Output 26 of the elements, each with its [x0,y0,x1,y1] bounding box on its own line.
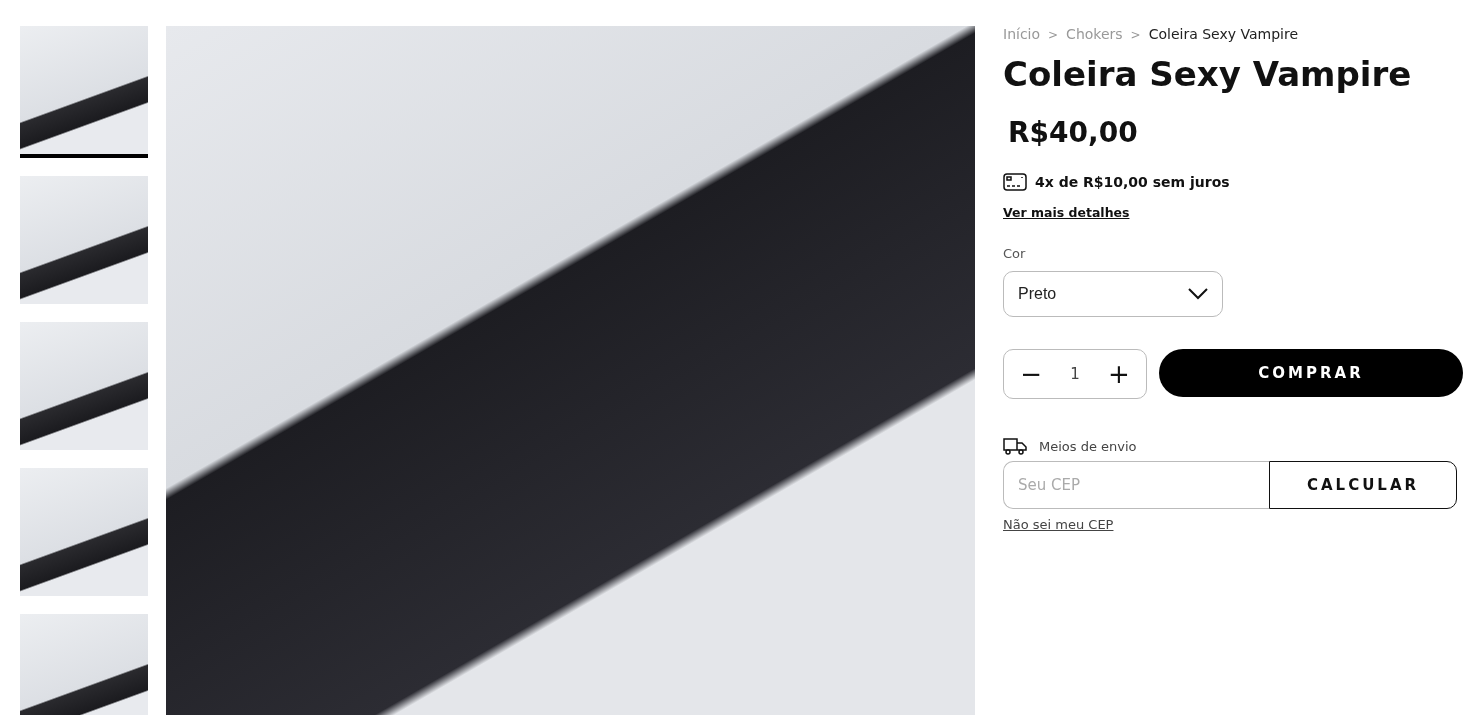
zip-code-field[interactable]: Seu CEP [1003,461,1269,509]
breadcrumb-separator: > [1130,27,1141,44]
zip-help-link[interactable]: Não sei meu CEP [1003,517,1463,532]
breadcrumb-separator: > [1048,27,1059,44]
breadcrumb-link[interactable]: Coleira Sexy Vampire [1148,26,1298,44]
color-label: Cor [1003,246,1027,261]
buy-button[interactable]: COMPRAR [1159,349,1463,397]
increase-button[interactable]: + [1104,359,1134,389]
calculate-button[interactable]: CALCULAR [1269,461,1457,509]
shipping-label: Meios de envio [1039,438,1137,454]
thumbnail-photo-placeholder[interactable] [20,468,148,596]
installments-text: 4x de R$10,00 sem juros [1035,174,1230,190]
quantity-value: 1 [1070,365,1080,383]
credit-card-icon [1003,173,1027,191]
thumbnail-photo-placeholder[interactable] [20,26,148,158]
truck-icon [1003,437,1027,455]
thumbnail-photo-placeholder[interactable] [20,322,148,450]
chevron-down-icon [1188,288,1208,300]
product-price: R$40,00 [1008,116,1139,149]
thumbnail-photo-placeholder[interactable] [20,614,148,715]
color-select[interactable]: Preto [1003,271,1223,317]
details-link[interactable]: Ver mais detalhes [1003,205,1463,220]
quantity-stepper[interactable]: − 1 + [1003,349,1147,399]
thumbnail-photo-placeholder[interactable] [20,176,148,304]
product-title: Coleira Sexy Vampire [1003,54,1413,94]
decrease-button[interactable]: − [1016,359,1046,389]
